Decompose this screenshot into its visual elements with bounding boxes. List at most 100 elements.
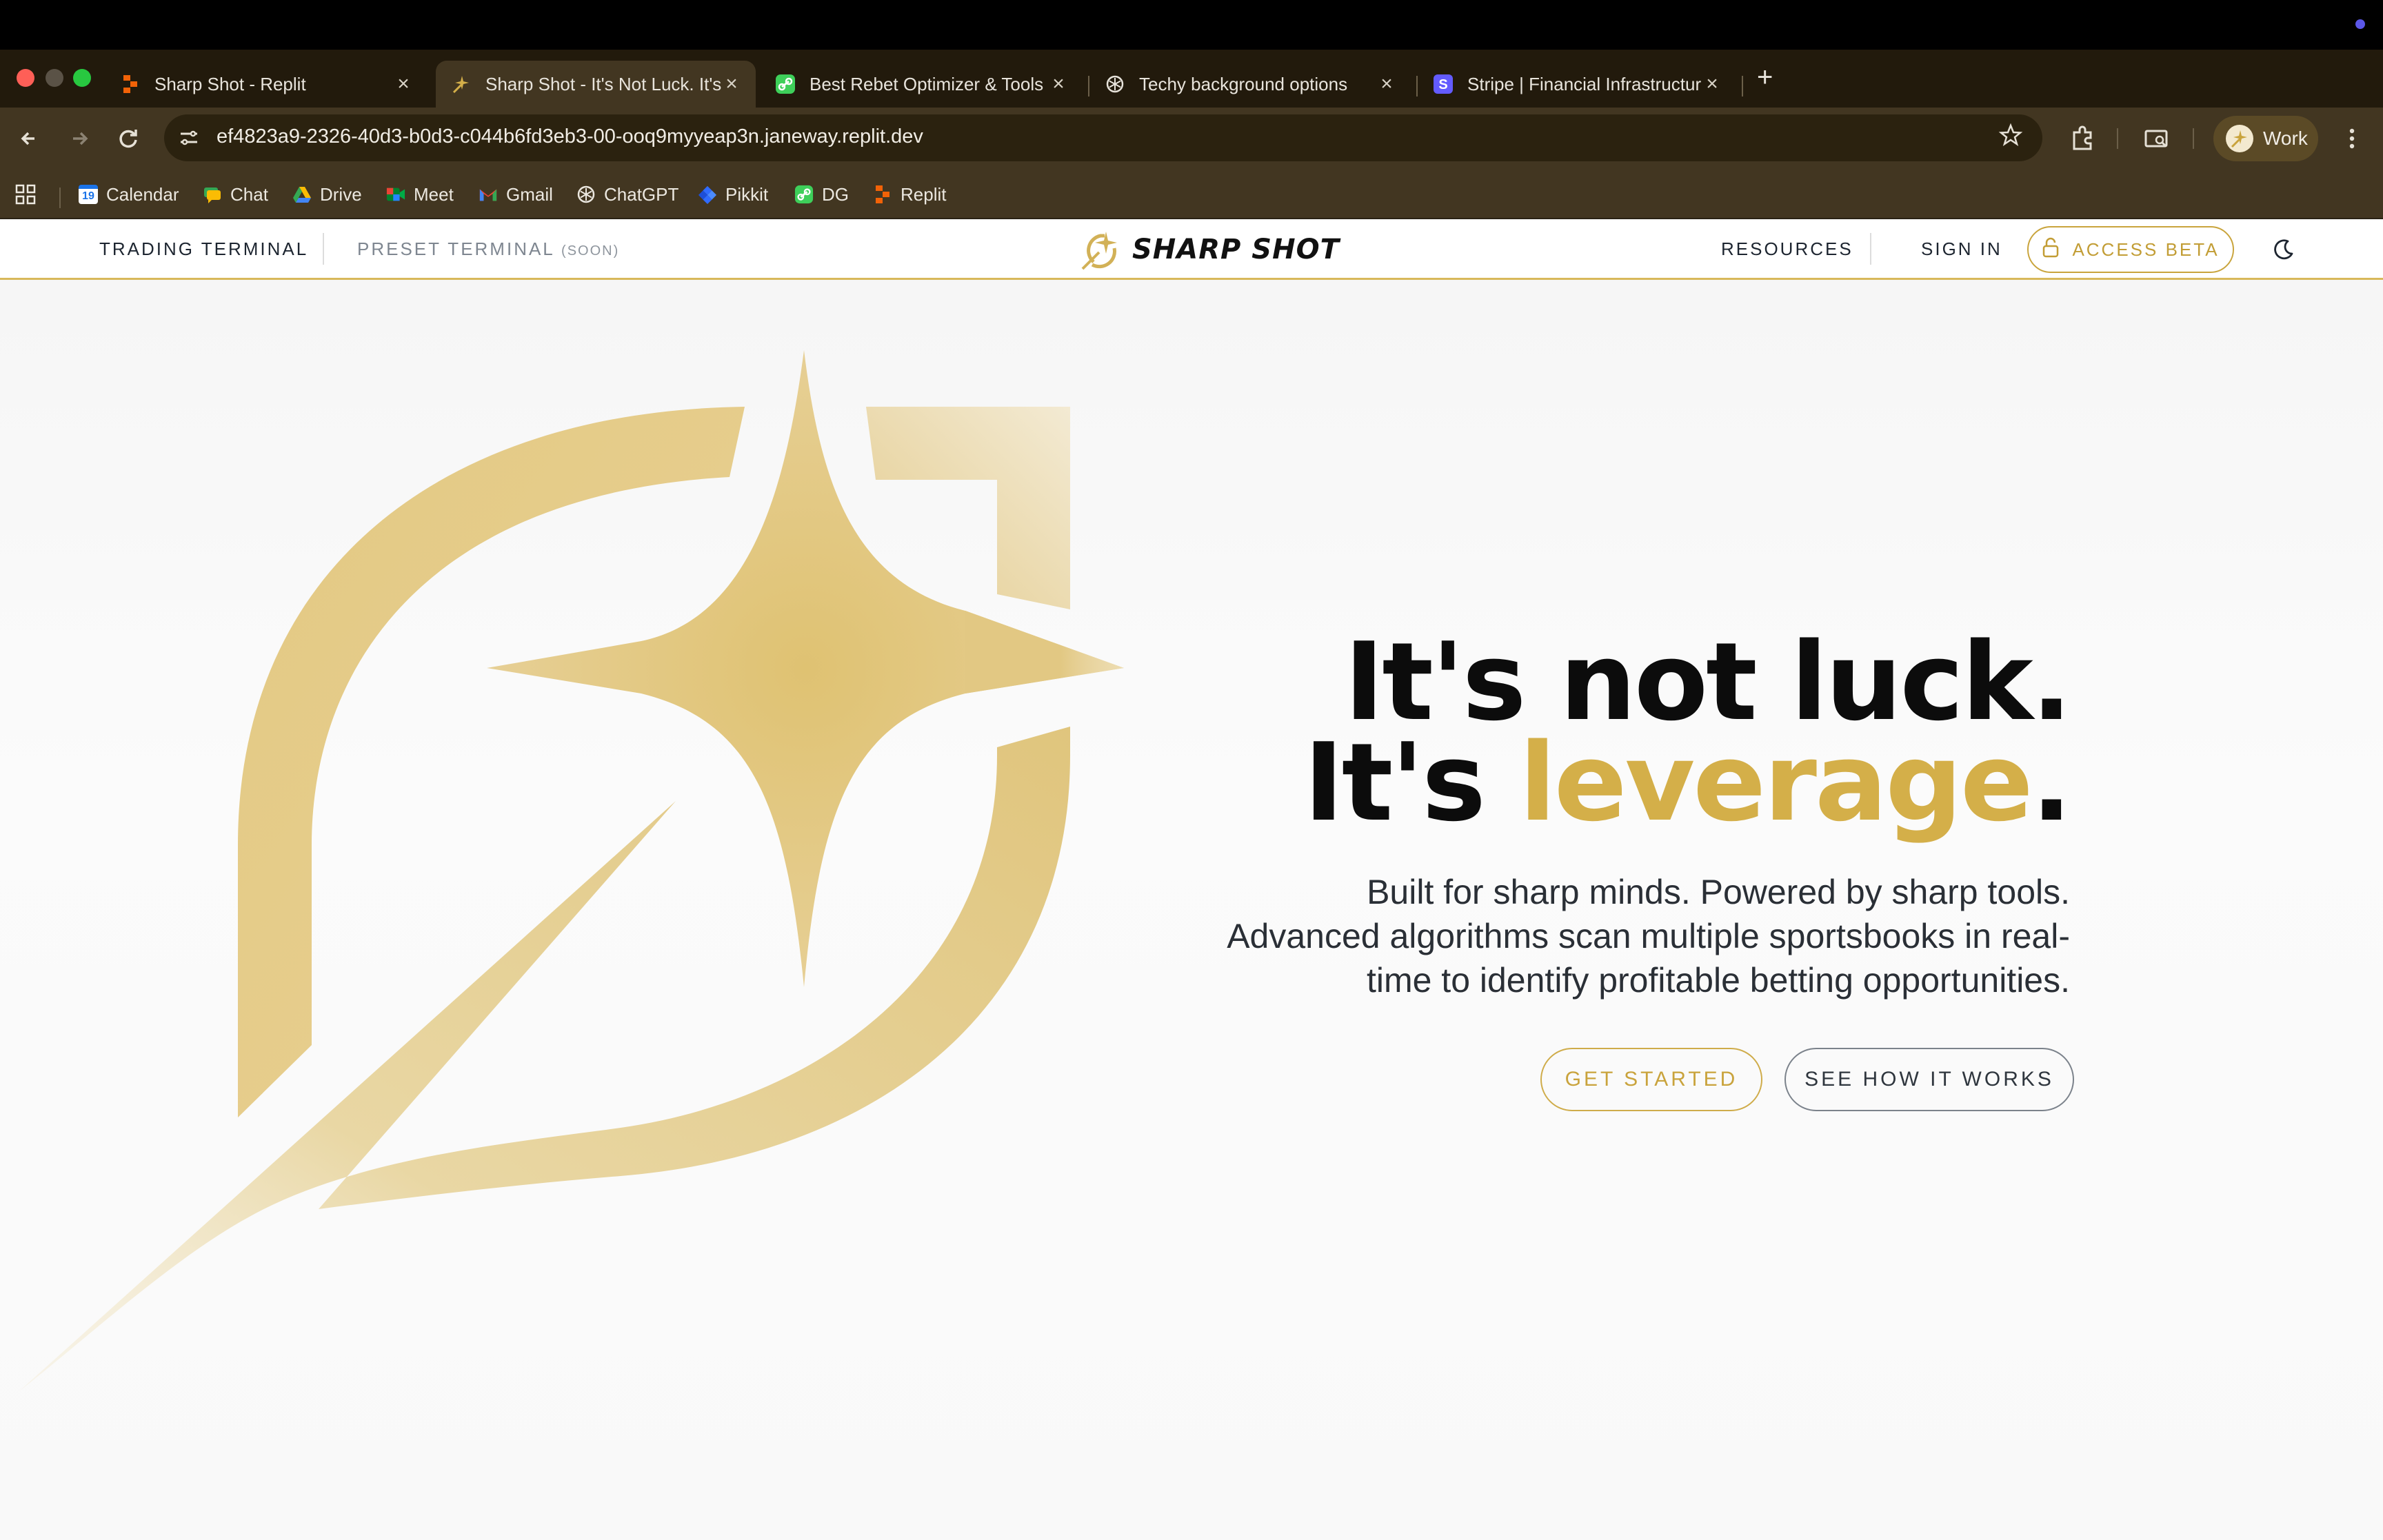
close-icon[interactable]: ×: [1702, 72, 1722, 96]
bookmarks-bar: 19 Calendar Chat Drive Meet Gmail ChatGP…: [0, 170, 2383, 219]
tab-sharp-shot[interactable]: Sharp Shot - It's Not Luck. It's Leverag…: [436, 61, 756, 108]
nav-separator: [323, 233, 324, 265]
stripe-icon: S: [1433, 74, 1454, 94]
bookmark-label: ChatGPT: [604, 183, 679, 205]
nav-preset-terminal[interactable]: PRESET TERMINAL (SOON): [357, 239, 619, 260]
toolbar-separator: [2193, 128, 2194, 149]
back-icon[interactable]: [14, 123, 46, 154]
pikkit-icon: [698, 185, 717, 204]
replit-icon: [120, 74, 141, 94]
profile-label: Work: [2263, 128, 2308, 149]
close-icon[interactable]: ×: [1048, 72, 1069, 96]
soon-badge: (SOON): [561, 243, 620, 259]
profile-button[interactable]: Work: [2213, 116, 2318, 161]
tab-title: Techy background options: [1139, 73, 1348, 94]
nav-trading-terminal[interactable]: TRADING TERMINAL: [99, 239, 308, 260]
get-started-button[interactable]: GET STARTED: [1540, 1048, 1762, 1111]
headline-line-1: It's not luck.: [1344, 619, 2072, 744]
maximize-window-button[interactable]: [73, 69, 91, 87]
bookmark-label: Calendar: [106, 183, 179, 205]
hero-subcopy: Built for sharp minds. Powered by sharp …: [1146, 870, 2070, 1002]
bookmark-chat[interactable]: Chat: [203, 182, 268, 207]
site-header: TRADING TERMINAL PRESET TERMINAL (SOON) …: [0, 219, 2383, 280]
access-beta-label: ACCESS BETA: [2072, 239, 2220, 260]
see-how-it-works-button[interactable]: SEE HOW IT WORKS: [1784, 1048, 2074, 1111]
new-tab-button[interactable]: +: [1757, 63, 1773, 91]
headline-prefix: It's: [1303, 720, 1520, 845]
bookmark-pikkit[interactable]: Pikkit: [698, 182, 768, 207]
tab-rebet-optimizer[interactable]: Best Rebet Optimizer & Tools ×: [760, 61, 1083, 108]
address-bar[interactable]: ef4823a9-2326-40d3-b0d3-c044b6fd3eb3-00-…: [164, 114, 2042, 161]
tab-title: Sharp Shot - Replit: [154, 73, 306, 94]
nav-sign-in[interactable]: SIGN IN: [1921, 239, 2002, 260]
extensions-icon[interactable]: [2066, 121, 2100, 156]
tab-title: Stripe | Financial Infrastructure: [1467, 73, 1702, 94]
gmail-icon: [479, 185, 498, 204]
bookmark-gmail[interactable]: Gmail: [479, 182, 553, 207]
bookmark-label: Drive: [320, 183, 362, 205]
bookmark-star-icon[interactable]: [1998, 123, 2023, 154]
dg-icon: [794, 185, 814, 204]
menu-bar: [0, 0, 2383, 50]
hero-headline: It's not luck. It's leverage.: [1304, 619, 2072, 836]
sharpshot-icon: [451, 74, 472, 94]
close-window-button[interactable]: [17, 69, 34, 87]
brand-name: SHARP SHOT: [1132, 234, 1340, 265]
bookmark-drive[interactable]: Drive: [292, 182, 362, 207]
headline-highlight: leverage: [1519, 720, 2033, 845]
subcopy-line-2: Advanced algorithms scan multiple sports…: [1227, 917, 2070, 955]
tab-title: Best Rebet Optimizer & Tools: [810, 73, 1044, 94]
tab-strip: Sharp Shot - Replit × Sharp Shot - It's …: [0, 50, 2383, 108]
theme-toggle-moon-icon[interactable]: [2269, 234, 2299, 265]
replit-icon: [873, 185, 892, 204]
chatgpt-icon: [1105, 74, 1125, 94]
access-beta-button[interactable]: ACCESS BETA: [2027, 226, 2234, 273]
status-dot-icon: [2355, 19, 2365, 29]
tab-stripe[interactable]: S Stripe | Financial Infrastructure ×: [1418, 61, 1736, 108]
tab-title: Sharp Shot - It's Not Luck. It's Leverag…: [485, 73, 721, 94]
bookmark-label: DG: [822, 183, 849, 205]
cast-search-icon[interactable]: [2139, 121, 2173, 156]
url-text[interactable]: ef4823a9-2326-40d3-b0d3-c044b6fd3eb3-00-…: [217, 125, 923, 148]
subcopy-line-3: time to identify profitable betting oppo…: [1366, 961, 2070, 1000]
lock-icon: [2042, 237, 2060, 263]
browser-menu-icon[interactable]: [2335, 121, 2369, 156]
tab-separator: [1742, 76, 1743, 97]
nav-resources[interactable]: RESOURCES: [1721, 239, 1853, 260]
bookmark-label: Meet: [414, 183, 454, 205]
toolbar-separator: [2117, 128, 2118, 149]
sharpshot-hero-logo-icon: [19, 350, 1124, 1391]
chatgpt-icon: [576, 185, 596, 204]
close-icon[interactable]: ×: [721, 72, 742, 96]
headline-suffix: .: [2031, 720, 2072, 845]
site-info-icon[interactable]: [177, 125, 201, 150]
headline-line-2: It's leverage.: [1304, 729, 2072, 836]
nav-preset-label: PRESET TERMINAL: [357, 239, 554, 259]
tab-techy-background[interactable]: Techy background options ×: [1089, 61, 1411, 108]
tab-sharp-shot-replit[interactable]: Sharp Shot - Replit ×: [105, 61, 428, 108]
drive-icon: [292, 185, 312, 204]
bookmarks-separator: [59, 188, 61, 208]
bookmark-label: Gmail: [506, 183, 553, 205]
hero-section: It's not luck. It's leverage. Built for …: [0, 280, 2383, 1540]
bookmark-calendar[interactable]: 19 Calendar: [79, 182, 179, 207]
bookmark-chatgpt[interactable]: ChatGPT: [576, 182, 678, 207]
forward-icon[interactable]: [63, 123, 95, 154]
svg-text:S: S: [1438, 77, 1447, 92]
link-icon: [775, 74, 796, 94]
close-icon[interactable]: ×: [393, 72, 414, 96]
bookmark-label: Chat: [230, 183, 268, 205]
minimize-window-button[interactable]: [46, 69, 63, 87]
close-icon[interactable]: ×: [1376, 72, 1397, 96]
bookmark-dg[interactable]: DG: [794, 182, 849, 207]
sharpshot-logo-icon: [1081, 232, 1117, 270]
brand-logo[interactable]: SHARP SHOT: [1080, 227, 1340, 272]
bookmark-meet[interactable]: Meet: [386, 182, 454, 207]
apps-grid-icon[interactable]: [15, 182, 36, 207]
nav-separator: [1870, 233, 1871, 265]
bookmark-label: Pikkit: [725, 183, 769, 205]
reload-icon[interactable]: [113, 123, 145, 154]
avatar: [2226, 125, 2253, 152]
bookmark-label: Replit: [901, 183, 947, 205]
bookmark-replit[interactable]: Replit: [873, 182, 946, 207]
